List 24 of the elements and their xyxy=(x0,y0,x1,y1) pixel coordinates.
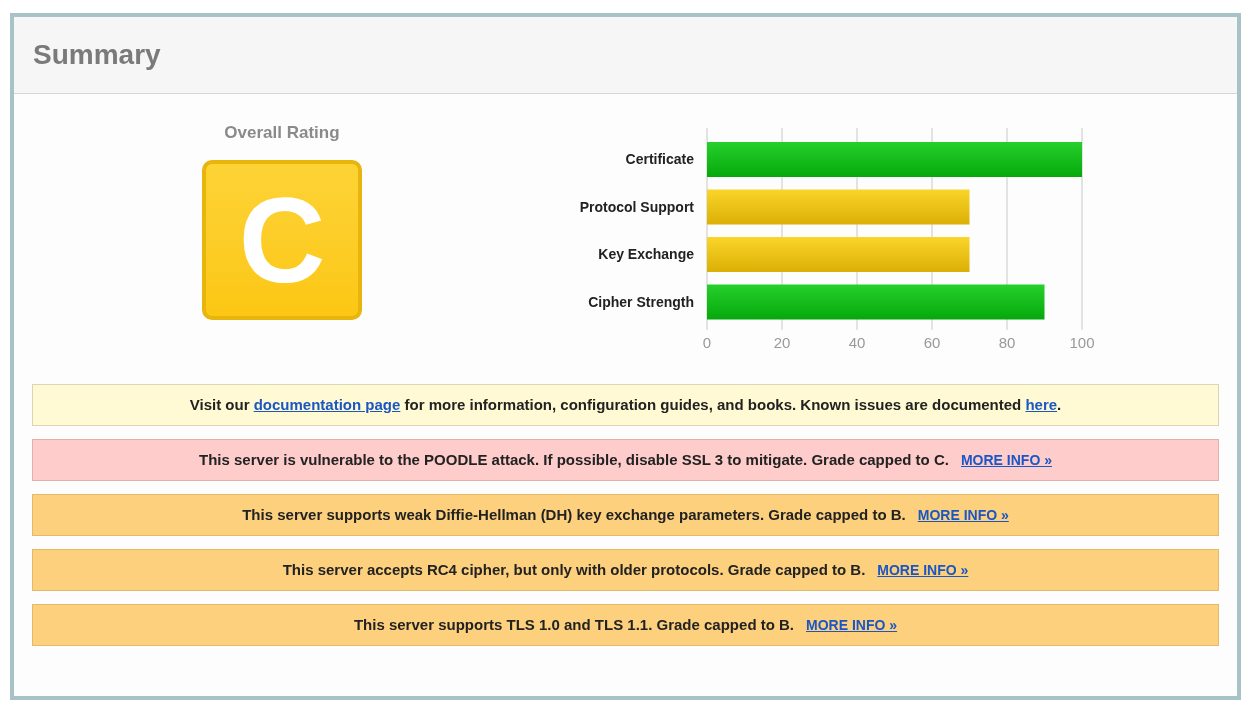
panel-title: Summary xyxy=(33,38,161,72)
notice-text: This server accepts RC4 cipher, but only with older protocols. Grade capped to B. xyxy=(282,559,866,580)
axis-tick-label: 60 xyxy=(923,334,941,351)
more-info-link[interactable]: MORE INFO » xyxy=(960,449,1052,471)
axis-tick-label: 20 xyxy=(773,334,791,351)
notice-text: This server supports weak Diffie-Hellman (DH) key exchange parameters. Grade capped to B. xyxy=(242,504,906,525)
notice-text: This server is vulnerable to the POODLE attack. If possible, disable SSL 3 to mitigate. Grade capped to C. xyxy=(199,449,949,470)
category-label: Protocol Support xyxy=(579,198,694,215)
rating-label: Overall Rating xyxy=(224,122,340,144)
notice-text: Visit our documentation page for more information, configuration guides, and books. Known issues are documented here. xyxy=(189,394,1062,415)
text-link[interactable]: documentation page xyxy=(253,395,401,413)
axis-tick-label: 100 xyxy=(1069,334,1095,351)
category-label: Certificate xyxy=(625,151,694,167)
category-label: Key Exchange xyxy=(598,246,694,262)
axis-tick-label: 80 xyxy=(998,334,1016,351)
grade-badge: C xyxy=(202,159,362,320)
more-info-link[interactable]: MORE INFO » xyxy=(917,504,1009,526)
more-info-link[interactable]: MORE INFO » xyxy=(877,559,969,581)
category-label: Cipher Strength xyxy=(588,293,694,310)
axis-tick-label: 0 xyxy=(702,334,712,351)
more-info-link[interactable]: MORE INFO » xyxy=(806,614,898,636)
axis-tick-label: 40 xyxy=(848,334,866,351)
text-link[interactable]: here xyxy=(1025,395,1058,413)
notice-text: This server supports TLS 1.0 and TLS 1.1. Grade capped to B. xyxy=(353,614,795,635)
